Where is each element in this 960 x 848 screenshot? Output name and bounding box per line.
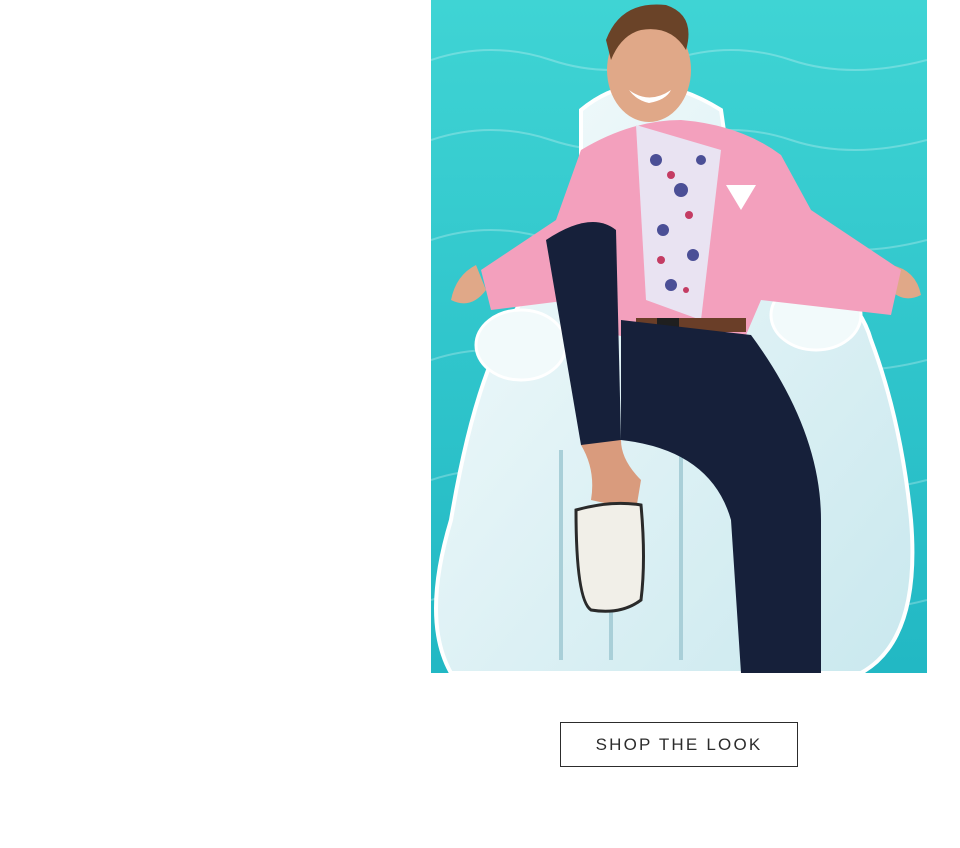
hero-image[interactable] <box>431 0 927 673</box>
man-on-pool-float-illustration <box>431 0 927 673</box>
shop-the-look-button[interactable]: SHOP THE LOOK <box>560 722 798 767</box>
